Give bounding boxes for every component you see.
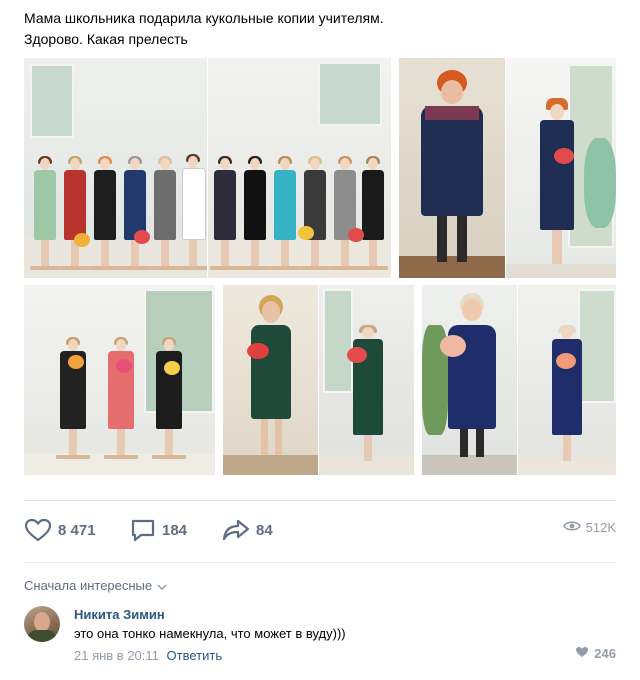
photo-teacher-1[interactable] bbox=[399, 58, 505, 278]
heart-icon bbox=[575, 646, 589, 661]
photo-dolls-group-2[interactable] bbox=[208, 58, 391, 278]
comment-date[interactable]: 21 янв в 20:11 bbox=[74, 648, 159, 663]
post-text-line-1: Мама школьника подарила кукольные копии … bbox=[24, 10, 384, 26]
chevron-down-icon bbox=[157, 578, 167, 593]
share-button[interactable]: 84 bbox=[222, 518, 273, 542]
photo-dolls-group-1[interactable] bbox=[24, 58, 207, 278]
photo-doll-1[interactable] bbox=[506, 58, 616, 278]
photo-teacher-3[interactable] bbox=[422, 285, 517, 475]
share-arrow-icon bbox=[222, 518, 250, 542]
reply-button[interactable]: Ответить bbox=[167, 648, 223, 663]
like-count: 8 471 bbox=[58, 521, 96, 539]
views-count: 512K bbox=[585, 520, 616, 535]
comment-item: Никита Зимин это она тонко намекнула, чт… bbox=[24, 606, 616, 668]
post-divider bbox=[24, 500, 616, 501]
comment-button[interactable]: 184 bbox=[130, 518, 187, 542]
heart-icon bbox=[24, 518, 52, 542]
comments-sort-dropdown[interactable]: Сначала интересные bbox=[24, 578, 167, 593]
comment-like-count: 246 bbox=[594, 646, 616, 661]
comment-meta: 21 янв в 20:11 Ответить bbox=[74, 648, 222, 663]
comment-like-button[interactable]: 246 bbox=[575, 646, 616, 661]
photo-teacher-2[interactable] bbox=[223, 285, 318, 475]
eye-icon bbox=[562, 520, 581, 535]
post-text-line-2: Здорово. Какая прелесть bbox=[24, 31, 188, 47]
post-text: Мама школьника подарила кукольные копии … bbox=[24, 8, 384, 50]
photo-doll-3[interactable] bbox=[518, 285, 616, 475]
comment-count: 184 bbox=[162, 521, 188, 539]
comments-sort-label: Сначала интересные bbox=[24, 578, 153, 593]
photo-doll-2[interactable] bbox=[319, 285, 414, 475]
share-count: 84 bbox=[256, 521, 273, 539]
avatar[interactable] bbox=[24, 606, 60, 642]
actions-divider bbox=[24, 562, 616, 563]
comment-text: это она тонко намекнула, что может в вуд… bbox=[74, 626, 346, 641]
views-counter: 512K bbox=[562, 520, 616, 535]
comment-author[interactable]: Никита Зимин bbox=[74, 607, 165, 622]
speech-bubble-icon bbox=[130, 518, 156, 542]
like-button[interactable]: 8 471 bbox=[24, 518, 96, 542]
photo-dolls-trio[interactable] bbox=[24, 285, 215, 475]
